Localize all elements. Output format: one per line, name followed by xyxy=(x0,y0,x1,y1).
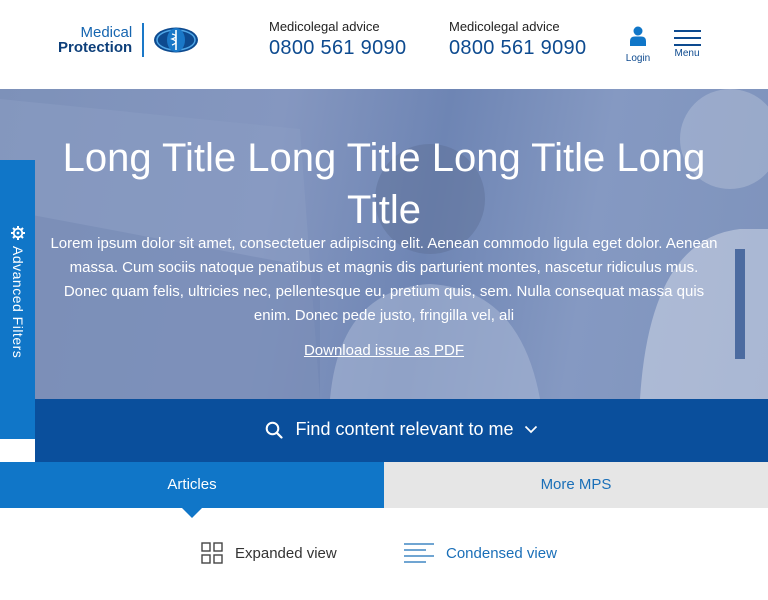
tab-articles[interactable]: Articles xyxy=(0,462,384,508)
active-tab-pointer xyxy=(182,508,202,518)
find-content-label: Find content relevant to me xyxy=(295,419,514,439)
list-icon xyxy=(404,543,434,563)
hero-banner: Long Title Long Title Long Title Long Ti… xyxy=(0,89,768,399)
hamburger-icon xyxy=(673,30,701,46)
gear-icon xyxy=(11,226,25,240)
user-icon xyxy=(630,26,646,46)
medical-protection-logo[interactable]: Medical Protection xyxy=(58,22,199,58)
hero-description: Lorem ipsum dolor sit amet, consectetuer… xyxy=(50,235,718,324)
contact-block-1: Medicolegal advice 0800 561 9090 xyxy=(269,19,406,61)
expanded-view-button[interactable]: Expanded view xyxy=(201,542,337,564)
chevron-down-icon xyxy=(524,425,537,434)
contact-label: Medicolegal advice xyxy=(449,19,560,34)
contact-phone-link[interactable]: 0800 561 9090 xyxy=(269,35,406,61)
find-content-toggle[interactable]: Find content relevant to me xyxy=(35,399,768,462)
tab-more-mps[interactable]: More MPS xyxy=(384,462,768,508)
login-button[interactable]: Login xyxy=(622,26,654,64)
expanded-view-label: Expanded view xyxy=(235,544,337,562)
logo-line-1: Medical xyxy=(80,24,133,41)
menu-label: Menu xyxy=(674,48,700,59)
login-label: Login xyxy=(625,53,651,64)
menu-button[interactable]: Menu xyxy=(671,26,703,59)
caduceus-emblem-icon xyxy=(154,27,199,53)
advanced-filters-label: Advanced Filters xyxy=(10,246,26,359)
condensed-view-button[interactable]: Condensed view xyxy=(404,542,557,564)
contact-label: Medicolegal advice xyxy=(269,19,380,34)
logo-line-2: Protection xyxy=(58,39,133,56)
hero-title: Long Title Long Title Long Title Long Ti… xyxy=(62,136,706,232)
grid-icon xyxy=(201,542,223,564)
logo-divider xyxy=(142,23,145,57)
condensed-view-label: Condensed view xyxy=(446,544,557,562)
download-pdf-link[interactable]: Download issue as PDF xyxy=(304,342,464,359)
contact-phone-link[interactable]: 0800 561 9090 xyxy=(449,35,586,61)
site-header: Medical Protection Medicolegal advice 08… xyxy=(0,0,768,89)
contact-block-2: Medicolegal advice 0800 561 9090 xyxy=(449,19,586,61)
advanced-filters-tab[interactable]: Advanced Filters xyxy=(0,160,35,439)
search-icon xyxy=(266,421,284,439)
